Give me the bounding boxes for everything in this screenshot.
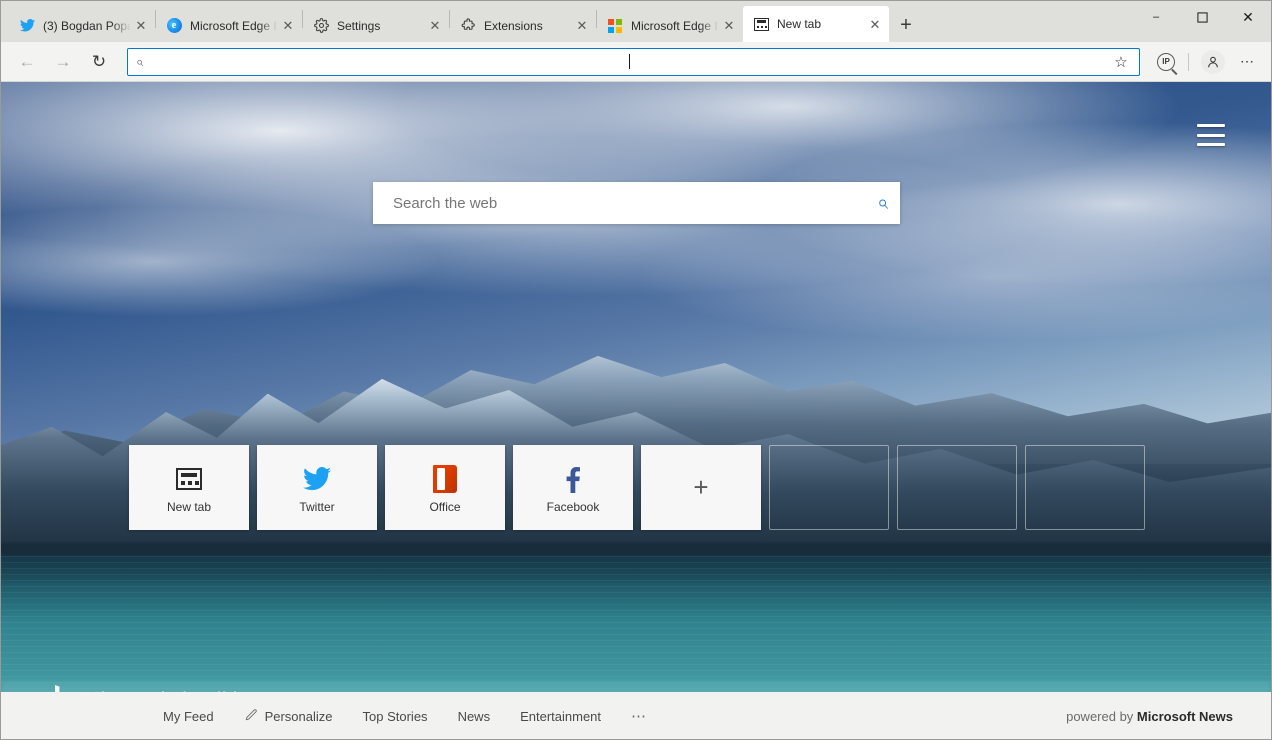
tab-close-button[interactable]: ✕: [865, 14, 885, 34]
new-tab-page: Search the web ⌕ New tab Twitter Office: [1, 82, 1271, 739]
tile-facebook[interactable]: Facebook: [513, 445, 633, 530]
news-bar: My Feed Personalize Top Stories News Ent…: [1, 692, 1271, 739]
page-search-box[interactable]: Search the web ⌕: [373, 182, 900, 224]
facebook-icon: [564, 462, 582, 496]
tile-label: New tab: [166, 499, 212, 514]
tab-close-button[interactable]: ✕: [719, 16, 739, 36]
tile-twitter[interactable]: Twitter: [257, 445, 377, 530]
avatar: [1201, 49, 1225, 74]
news-tab-label: Entertainment: [520, 708, 602, 724]
text-caret: [628, 54, 630, 69]
tab-new-tab[interactable]: New tab ✕: [743, 6, 889, 42]
tab-title: (3) Bogdan Popa (@: [43, 18, 131, 33]
tile-label: Office: [429, 499, 461, 514]
news-nav: My Feed Personalize Top Stories News Ent…: [163, 707, 647, 725]
window-caption-buttons: – ✕: [1133, 1, 1271, 33]
tile-new-tab[interactable]: New tab: [129, 445, 249, 530]
more-menu-button[interactable]: ⋯: [1231, 46, 1263, 78]
browser-window: (3) Bogdan Popa (@ ✕ e Microsoft Edge In…: [0, 0, 1272, 740]
news-tab-news[interactable]: News: [458, 709, 491, 724]
news-tab-top-stories[interactable]: Top Stories: [363, 709, 428, 724]
tab-title: Microsoft Edge Insid: [631, 18, 719, 33]
powered-by-brand: Microsoft News: [1136, 708, 1233, 724]
search-icon[interactable]: ⌕: [877, 192, 888, 215]
microsoft-icon: [607, 18, 623, 34]
twitter-icon: [303, 462, 331, 496]
news-tab-entertainment[interactable]: Entertainment: [520, 709, 601, 724]
profile-button[interactable]: [1197, 46, 1229, 78]
news-tab-more[interactable]: ⋯: [631, 707, 647, 725]
new-tab-button[interactable]: +: [889, 9, 923, 42]
powered-by-label: powered by Microsoft News: [1066, 709, 1233, 724]
tab-microsoft-edge-insider[interactable]: e Microsoft Edge Insid ✕: [156, 9, 302, 42]
news-tab-label: My Feed: [163, 708, 214, 724]
toolbar-separator: [1188, 52, 1189, 71]
tab-microsoft-edge-insider-2[interactable]: Microsoft Edge Insid ✕: [597, 9, 743, 42]
favorite-star-icon[interactable]: ☆: [1107, 49, 1135, 75]
tile-office[interactable]: Office: [385, 445, 505, 530]
browser-toolbar: ← → ↻ ⌕ ☆ IP ⋯: [1, 42, 1271, 82]
tile-label: Twitter: [299, 499, 335, 514]
more-icon: ⋯: [631, 708, 648, 725]
tab-close-button[interactable]: ✕: [131, 16, 151, 36]
tab-title: New tab: [777, 17, 822, 31]
tile-add-site[interactable]: +: [641, 445, 761, 530]
search-input[interactable]: Search the web: [393, 195, 877, 212]
plus-icon: +: [693, 472, 709, 502]
search-icon: ⌕: [136, 53, 144, 69]
ip-search-icon[interactable]: IP: [1150, 46, 1182, 78]
tab-strip: (3) Bogdan Popa (@ ✕ e Microsoft Edge In…: [1, 1, 1271, 42]
tile-placeholder-1[interactable]: [769, 445, 889, 530]
pencil-icon: [244, 708, 258, 725]
hamburger-menu-icon[interactable]: [1197, 124, 1225, 146]
tile-placeholder-3[interactable]: [1025, 445, 1145, 530]
news-tab-label: News: [457, 708, 491, 724]
tab-close-button[interactable]: ✕: [278, 16, 298, 36]
edge-icon: e: [166, 18, 182, 34]
twitter-icon: [19, 18, 35, 34]
tile-placeholder-2[interactable]: [897, 445, 1017, 530]
tab-settings[interactable]: Settings ✕: [303, 9, 449, 42]
news-tab-my-feed[interactable]: My Feed: [163, 709, 214, 724]
news-tab-label: Top Stories: [362, 708, 428, 724]
forward-button[interactable]: →: [47, 46, 79, 78]
reload-button[interactable]: ↻: [83, 46, 115, 78]
tile-label: Facebook: [546, 499, 600, 514]
news-tab-label: Personalize: [264, 708, 333, 724]
quick-links-tiles: New tab Twitter Office Facebook +: [129, 445, 1145, 530]
gear-icon: [313, 18, 329, 34]
powered-by-prefix: powered by: [1066, 708, 1137, 724]
tab-title: Settings: [337, 18, 381, 33]
news-tab-personalize[interactable]: Personalize: [244, 708, 333, 725]
close-window-button[interactable]: ✕: [1225, 1, 1271, 33]
tab-close-button[interactable]: ✕: [425, 16, 445, 36]
address-bar[interactable]: ⌕ ☆: [127, 47, 1140, 76]
tab-twitter[interactable]: (3) Bogdan Popa (@ ✕: [9, 9, 155, 42]
office-icon: [433, 462, 457, 496]
newtab-icon: [176, 462, 202, 496]
tab-extensions[interactable]: Extensions ✕: [450, 9, 596, 42]
tab-title: Microsoft Edge Insid: [190, 18, 278, 33]
puzzle-icon: [460, 18, 476, 34]
minimize-button[interactable]: –: [1133, 1, 1179, 33]
newtab-icon: [753, 16, 769, 32]
maximize-button[interactable]: [1179, 1, 1225, 33]
tab-title: Extensions: [484, 18, 543, 33]
tab-close-button[interactable]: ✕: [572, 16, 592, 36]
back-button[interactable]: ←: [11, 46, 43, 78]
